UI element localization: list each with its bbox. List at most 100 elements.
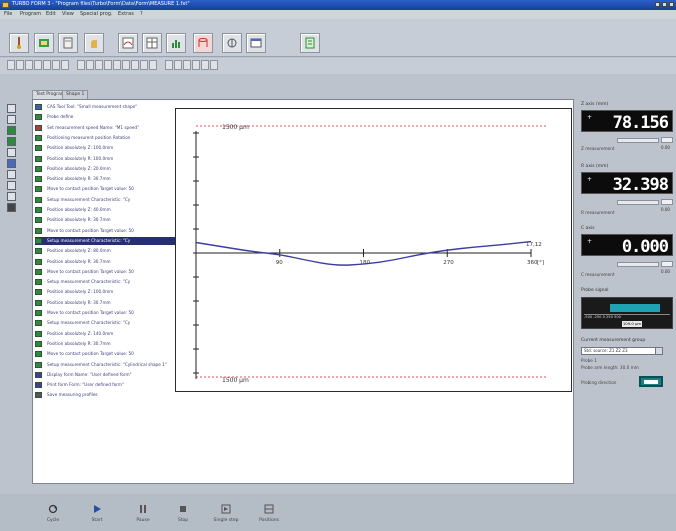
- tool-button-3[interactable]: [58, 33, 78, 53]
- tool-button-2[interactable]: [34, 33, 54, 53]
- c-sublabel: C measurement: [581, 272, 615, 277]
- maximize-button[interactable]: [662, 2, 667, 7]
- tool-button-7[interactable]: [166, 33, 186, 53]
- tb2-button-1[interactable]: [7, 60, 15, 70]
- tb2-button-22[interactable]: [210, 60, 218, 70]
- strip-button-9[interactable]: [7, 192, 16, 201]
- program-row[interactable]: Position absolutely R: 30.7mm: [35, 216, 180, 224]
- program-row[interactable]: Save measuring profiles: [35, 391, 180, 399]
- program-row[interactable]: Setup measurement Characteristic: "Cylin…: [35, 361, 180, 369]
- z-slider[interactable]: [617, 138, 659, 143]
- program-row[interactable]: Setup measurement Characteristic: "Cy: [35, 278, 180, 286]
- tool-button-8[interactable]: [193, 33, 213, 53]
- strip-button-10[interactable]: [7, 203, 16, 212]
- program-row[interactable]: Move to contact position Target value: 5…: [35, 350, 180, 358]
- program-row[interactable]: Position absolutely R: 30.7mm: [35, 175, 180, 183]
- program-row[interactable]: Position absolutely R: 100.0mm: [35, 155, 180, 163]
- program-row[interactable]: Position absolutely Z: 140.0mm: [35, 330, 180, 338]
- menu-extras[interactable]: Extras: [118, 11, 134, 17]
- program-row[interactable]: Set measurement speed Name: "M1 speed": [35, 124, 180, 132]
- program-row[interactable]: Probe define: [35, 113, 180, 121]
- strip-button-2[interactable]: [7, 115, 16, 124]
- cycle-button[interactable]: Cycle: [40, 502, 66, 528]
- tb2-button-17[interactable]: [165, 60, 173, 70]
- tb2-button-20[interactable]: [192, 60, 200, 70]
- tool-button-9[interactable]: [222, 33, 242, 53]
- tb2-button-13[interactable]: [122, 60, 130, 70]
- program-row[interactable]: Position absolutely Z: 20.0mm: [35, 165, 180, 173]
- tool-button-10[interactable]: [246, 33, 266, 53]
- program-row[interactable]: Position absolutely R: 30.7mm: [35, 258, 180, 266]
- strip-button-4[interactable]: [7, 137, 16, 146]
- program-row[interactable]: Move to contact position Target value: 5…: [35, 268, 180, 276]
- program-row[interactable]: Positioning measurent position Rotation: [35, 134, 180, 142]
- start-button[interactable]: Start: [84, 502, 110, 528]
- probing-direction-toggle[interactable]: [639, 376, 663, 387]
- tb2-button-11[interactable]: [104, 60, 112, 70]
- tb2-button-12[interactable]: [113, 60, 121, 70]
- program-row[interactable]: Move to contact position Target value: 5…: [35, 185, 180, 193]
- tb2-button-6[interactable]: [52, 60, 60, 70]
- menu-special[interactable]: Special prog.: [80, 11, 113, 17]
- program-row[interactable]: Setup measurement Characteristic: "Cy: [35, 196, 180, 204]
- program-row[interactable]: Position absolutely Z: 40.0mm: [35, 206, 180, 214]
- strip-button-1[interactable]: [7, 104, 16, 113]
- r-slider[interactable]: [617, 200, 659, 205]
- tb2-button-21[interactable]: [201, 60, 209, 70]
- program-row[interactable]: Display form Name: "User defined form": [35, 371, 180, 379]
- form-icon: [122, 37, 134, 49]
- strip-button-6[interactable]: [7, 159, 16, 168]
- strip-button-3[interactable]: [7, 126, 16, 135]
- tab-shape-1[interactable]: Shape 1: [62, 90, 89, 99]
- program-row[interactable]: Position absolutely R: 30.7mm: [35, 340, 180, 348]
- tb2-button-2[interactable]: [16, 60, 24, 70]
- c-slider[interactable]: [617, 262, 659, 267]
- tb2-button-9[interactable]: [86, 60, 94, 70]
- program-row[interactable]: Position absolutely Z: 80.0mm: [35, 247, 180, 255]
- tb2-button-18[interactable]: [174, 60, 182, 70]
- tb2-button-16[interactable]: [149, 60, 157, 70]
- tb2-button-3[interactable]: [25, 60, 33, 70]
- program-row[interactable]: CAS Tool Tool: "Small measurement shape": [35, 103, 180, 111]
- program-row[interactable]: Print form Form: "User defined form": [35, 381, 180, 389]
- minimize-button[interactable]: [655, 2, 660, 7]
- program-row[interactable]: Position absolutely Z: 100.0mm: [35, 288, 180, 296]
- probe-button[interactable]: [9, 33, 29, 53]
- r-spin[interactable]: [661, 199, 673, 205]
- program-row[interactable]: Move to contact position Target value: 5…: [35, 227, 180, 235]
- program-row[interactable]: Setup measurement Characteristic: "Cy: [35, 236, 180, 245]
- tb2-button-14[interactable]: [131, 60, 139, 70]
- stop-label: Stop: [177, 518, 189, 523]
- measurement-group-select[interactable]: Std. source: Z1 Z2 Z3: [581, 347, 663, 355]
- tb2-button-5[interactable]: [43, 60, 51, 70]
- tb2-button-4[interactable]: [34, 60, 42, 70]
- single-step-button[interactable]: Single step: [213, 502, 239, 528]
- tb2-button-8[interactable]: [77, 60, 85, 70]
- strip-button-7[interactable]: [7, 170, 16, 179]
- program-row[interactable]: Setup measurement Characteristic: "Cy: [35, 319, 180, 327]
- c-spin[interactable]: [661, 261, 673, 267]
- tool-button-5[interactable]: [118, 33, 138, 53]
- tb2-button-7[interactable]: [61, 60, 69, 70]
- strip-button-8[interactable]: [7, 181, 16, 190]
- z-spin[interactable]: [661, 137, 673, 143]
- positions-button[interactable]: Positions: [256, 502, 282, 528]
- tool-button-4[interactable]: [84, 33, 104, 53]
- tb2-button-19[interactable]: [183, 60, 191, 70]
- tb2-button-15[interactable]: [140, 60, 148, 70]
- strip-button-5[interactable]: [7, 148, 16, 157]
- tb2-button-10[interactable]: [95, 60, 103, 70]
- menu-program[interactable]: Program: [20, 11, 41, 17]
- menu-help[interactable]: ?: [140, 11, 143, 17]
- close-button[interactable]: [669, 2, 674, 7]
- menu-view[interactable]: View: [62, 11, 74, 17]
- program-row[interactable]: Position absolutely Z: 100.0mm: [35, 144, 180, 152]
- program-row[interactable]: Move to contact position Target value: 5…: [35, 309, 180, 317]
- tool-button-6[interactable]: [142, 33, 162, 53]
- menu-edit[interactable]: Edit: [46, 11, 56, 17]
- pause-button[interactable]: Pause: [130, 502, 156, 528]
- stop-button[interactable]: Stop: [170, 502, 196, 528]
- program-row[interactable]: Position absolutely R: 30.7mm: [35, 299, 180, 307]
- tool-button-11[interactable]: [300, 33, 320, 53]
- menu-file[interactable]: File: [4, 11, 12, 17]
